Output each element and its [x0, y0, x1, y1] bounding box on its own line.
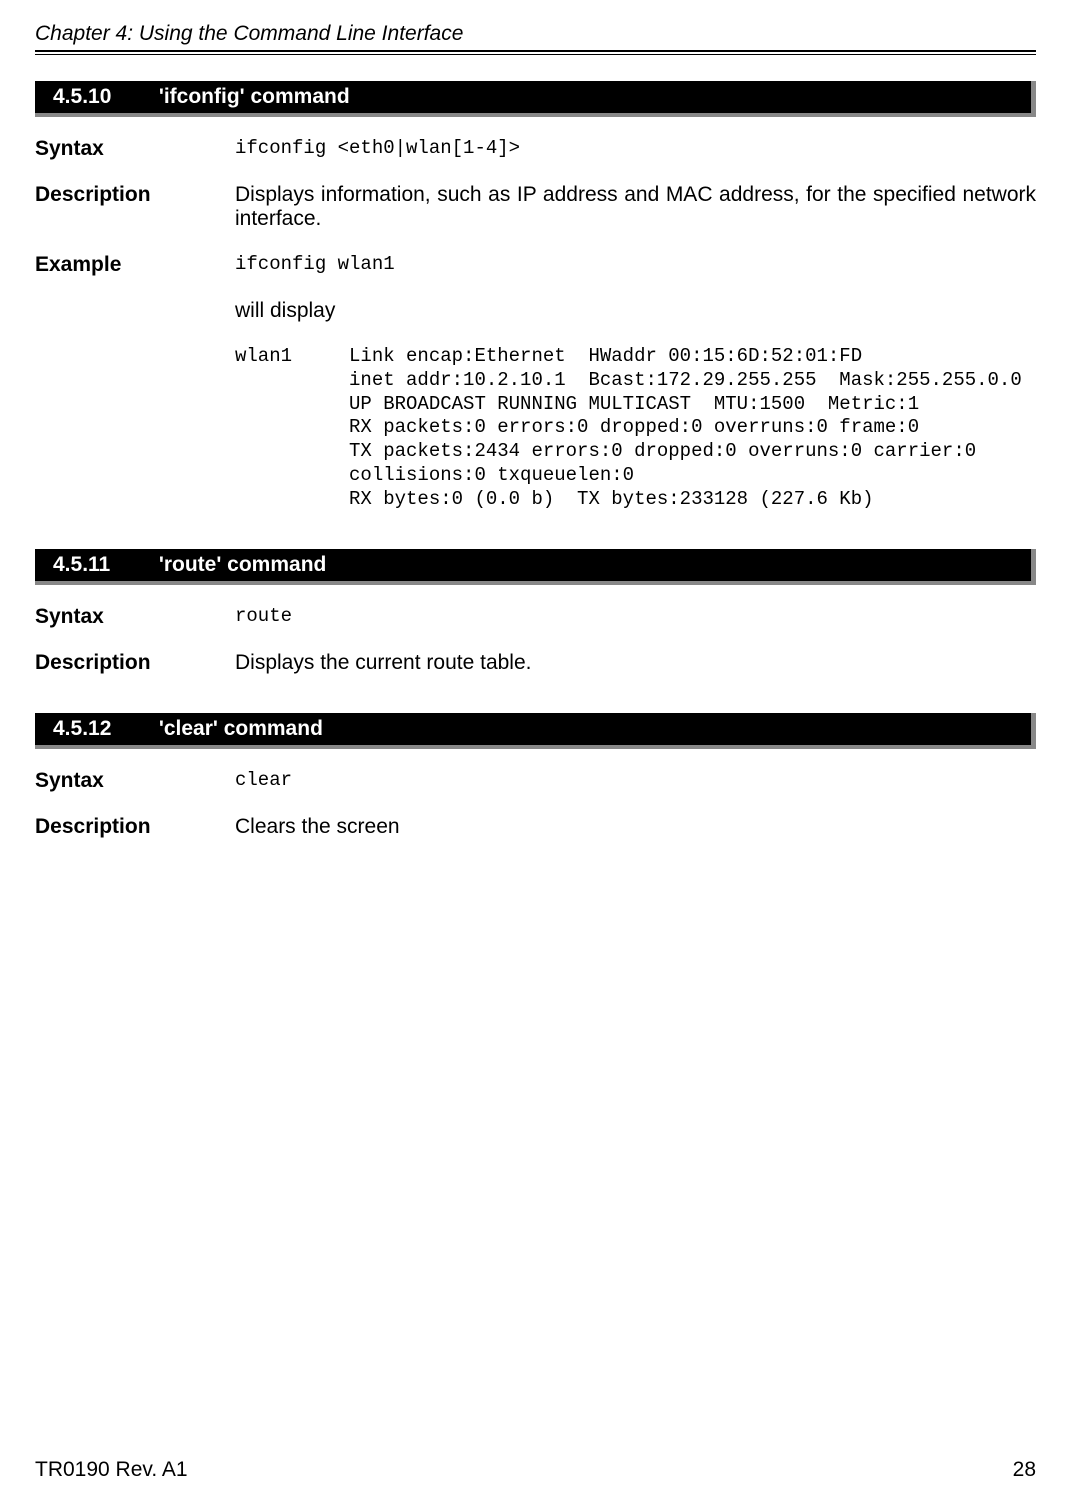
syntax-row: Syntax ifconfig <eth0|wlan[1-4]>	[35, 137, 1036, 161]
description-label: Description	[35, 183, 235, 231]
syntax-row: Syntax route	[35, 605, 1036, 629]
will-display-text: will display	[235, 299, 1036, 323]
description-value: Displays the current route table.	[235, 651, 1036, 675]
example-row: Example ifconfig wlan1	[35, 253, 1036, 277]
section-banner-clear: 4.5.12 'clear' command	[35, 713, 1036, 745]
syntax-label: Syntax	[35, 605, 235, 629]
description-label: Description	[35, 815, 235, 839]
syntax-value: clear	[235, 769, 1036, 793]
section-banner-ifconfig: 4.5.10 'ifconfig' command	[35, 81, 1036, 113]
section-number: 4.5.12	[53, 717, 153, 741]
section-number: 4.5.11	[53, 553, 153, 577]
footer-doc-id: TR0190 Rev. A1	[35, 1458, 188, 1482]
syntax-row: Syntax clear	[35, 769, 1036, 793]
header-rule	[35, 50, 1036, 55]
example-label: Example	[35, 253, 235, 277]
page-footer: TR0190 Rev. A1 28	[35, 1458, 1036, 1482]
description-row: Description Displays information, such a…	[35, 183, 1036, 231]
description-row: Description Clears the screen	[35, 815, 1036, 839]
section-title: 'ifconfig' command	[159, 85, 350, 108]
description-label: Description	[35, 651, 235, 675]
syntax-label: Syntax	[35, 769, 235, 793]
description-row: Description Displays the current route t…	[35, 651, 1036, 675]
example-value: ifconfig wlan1	[235, 253, 1036, 277]
description-value: Clears the screen	[235, 815, 1036, 839]
syntax-label: Syntax	[35, 137, 235, 161]
syntax-value: ifconfig <eth0|wlan[1-4]>	[235, 137, 1036, 161]
section-number: 4.5.10	[53, 85, 153, 109]
section-title: 'route' command	[159, 553, 327, 576]
footer-page-number: 28	[1013, 1458, 1036, 1482]
example-output: wlan1 Link encap:Ethernet HWaddr 00:15:6…	[235, 345, 1036, 511]
section-banner-route: 4.5.11 'route' command	[35, 549, 1036, 581]
description-value: Displays information, such as IP address…	[235, 183, 1036, 231]
section-title: 'clear' command	[159, 717, 323, 740]
chapter-title: Chapter 4: Using the Command Line Interf…	[35, 22, 1036, 46]
syntax-value: route	[235, 605, 1036, 629]
